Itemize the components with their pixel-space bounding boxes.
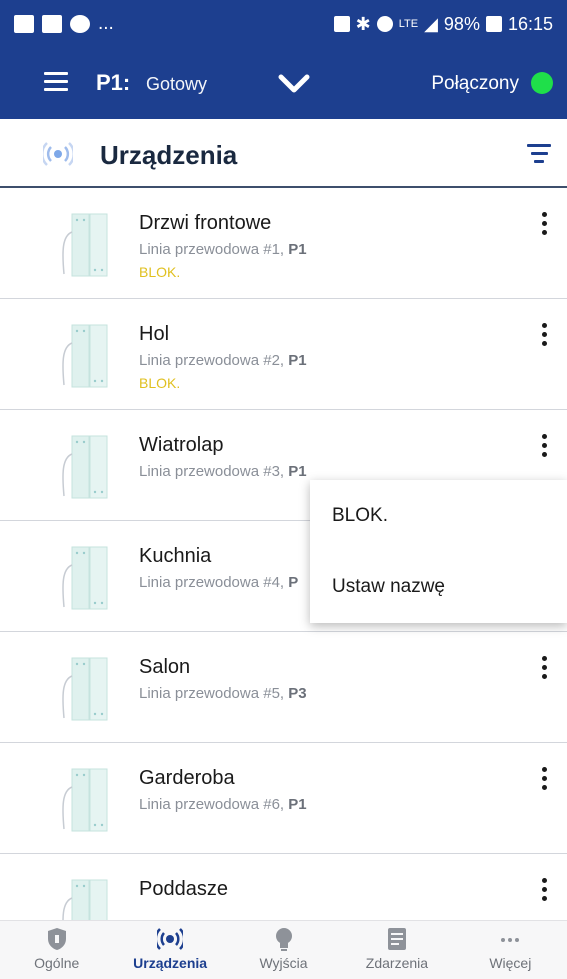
bottom-navigation: Ogólne Urządzenia Wyjścia Zdarzenia Więc… xyxy=(0,920,567,979)
mute-icon xyxy=(376,16,393,32)
filter-icon[interactable] xyxy=(527,144,551,164)
device-name: Kuchnia xyxy=(139,545,212,567)
more-options-icon[interactable] xyxy=(537,878,551,904)
battery-label: 98% xyxy=(443,13,480,34)
status-more: ... xyxy=(98,13,114,34)
nav-devices[interactable]: Urządzenia xyxy=(113,921,226,979)
device-line: Linia przewodowa #4, P xyxy=(139,574,299,591)
device-status: BLOK. xyxy=(139,264,181,280)
nav-label: Zdarzenia xyxy=(365,955,429,971)
device-status: BLOK. xyxy=(139,375,181,391)
section-header: Urządzenia xyxy=(0,119,567,188)
menu-icon[interactable] xyxy=(44,72,68,92)
door-sensor-icon xyxy=(62,768,108,832)
more-icon xyxy=(501,938,520,942)
door-sensor-icon xyxy=(62,657,108,721)
device-name: Wiatrolap xyxy=(139,434,224,456)
more-options-icon[interactable] xyxy=(537,434,551,460)
bulb-icon xyxy=(275,928,292,951)
menu-item-block[interactable]: BLOK. xyxy=(310,480,567,551)
device-name: Garderoba xyxy=(139,767,235,789)
list-item[interactable]: Drzwi frontowe Linia przewodowa #1, P1 B… xyxy=(0,188,567,299)
menu-item-rename[interactable]: Ustaw nazwę xyxy=(310,551,567,622)
battery-icon xyxy=(485,16,502,32)
shield-icon xyxy=(47,928,66,950)
app-bar: P1: Gotowy Połączony xyxy=(0,48,567,119)
door-sensor-icon xyxy=(62,435,108,499)
device-line: Linia przewodowa #6, P1 xyxy=(139,796,307,813)
more-options-icon[interactable] xyxy=(537,212,551,238)
status-bar: ... ✱ LTE ◢ 98% 16:15 xyxy=(0,0,567,48)
clock: 16:15 xyxy=(507,13,553,34)
device-line: Linia przewodowa #1, P1 xyxy=(139,241,307,258)
more-options-icon[interactable] xyxy=(537,323,551,349)
device-line: Linia przewodowa #3, P1 xyxy=(139,463,307,480)
door-sensor-icon xyxy=(62,546,108,610)
chevron-down-icon[interactable] xyxy=(277,72,311,96)
door-sensor-icon xyxy=(62,324,108,388)
device-name: Drzwi frontowe xyxy=(139,212,272,234)
document-icon xyxy=(387,928,406,950)
panel-title: P1: xyxy=(96,70,131,95)
context-menu: BLOK. Ustaw nazwę xyxy=(310,480,567,623)
nav-label: Więcej xyxy=(489,955,532,971)
device-line: Linia przewodowa #5, P3 xyxy=(139,685,307,702)
nav-label: Ogólne xyxy=(34,955,80,971)
door-sensor-icon xyxy=(62,213,108,277)
radar-icon xyxy=(157,928,184,950)
device-name: Salon xyxy=(139,656,191,678)
nav-label: Urządzenia xyxy=(133,955,208,971)
list-item[interactable]: Poddasze xyxy=(0,854,567,920)
nav-general[interactable]: Ogólne xyxy=(0,921,113,979)
alarm-icon xyxy=(333,16,350,32)
nav-events[interactable]: Zdarzenia xyxy=(340,921,453,979)
more-options-icon[interactable] xyxy=(537,767,551,793)
chat-icon xyxy=(70,15,90,33)
device-name: Hol xyxy=(139,323,170,345)
connection-indicator xyxy=(531,72,553,94)
nav-label: Wyjścia xyxy=(259,955,308,971)
signal-icon: ◢ xyxy=(424,13,438,34)
connection-status: Połączony xyxy=(431,73,519,94)
list-item[interactable]: Garderoba Linia przewodowa #6, P1 xyxy=(0,743,567,854)
device-name: Poddasze xyxy=(139,878,228,900)
list-item[interactable]: Hol Linia przewodowa #2, P1 BLOK. xyxy=(0,299,567,410)
page-title: Urządzenia xyxy=(100,140,238,170)
device-line: Linia przewodowa #2, P1 xyxy=(139,352,307,369)
bluetooth-icon: ✱ xyxy=(355,13,371,34)
gallery-icon xyxy=(14,15,34,33)
list-item[interactable]: Salon Linia przewodowa #5, P3 xyxy=(0,632,567,743)
nav-more[interactable]: Więcej xyxy=(454,921,567,979)
radar-icon xyxy=(43,142,73,166)
youtube-icon xyxy=(42,15,62,33)
panel-state: Gotowy xyxy=(146,74,208,94)
status-left: ... xyxy=(14,13,114,35)
nav-outputs[interactable]: Wyjścia xyxy=(227,921,340,979)
door-sensor-icon xyxy=(62,879,108,920)
more-options-icon[interactable] xyxy=(537,656,551,682)
network-label: LTE xyxy=(398,18,419,30)
status-right: ✱ LTE ◢ 98% 16:15 xyxy=(333,13,553,35)
